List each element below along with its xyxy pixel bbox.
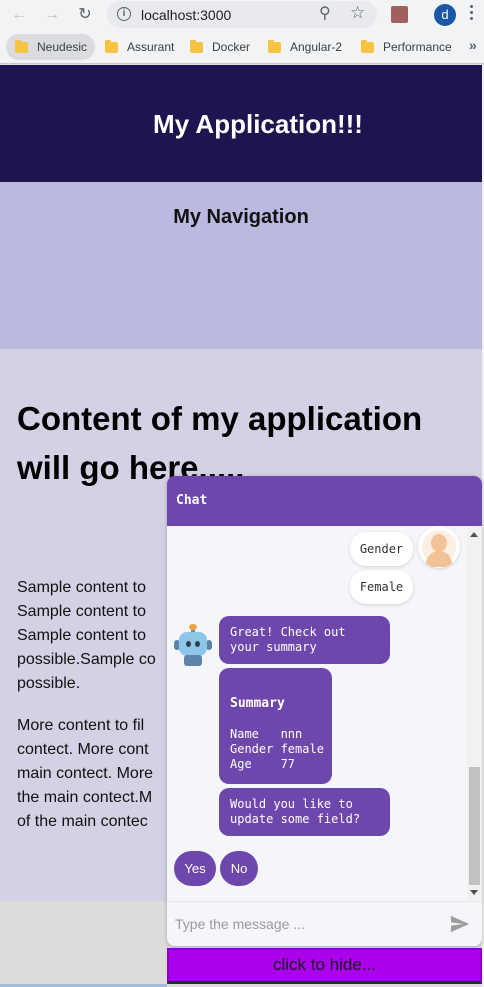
user-avatar: [418, 526, 460, 568]
folder-icon: [105, 40, 118, 53]
chat-header: Chat: [167, 476, 482, 526]
summary-title: Summary: [230, 696, 285, 711]
bookmark-docker[interactable]: Docker: [181, 34, 258, 60]
send-icon[interactable]: [450, 915, 470, 933]
zoom-out-icon[interactable]: ⚲: [319, 3, 331, 23]
app-title: My Application!!!: [153, 109, 363, 139]
bot-avatar: [173, 624, 213, 667]
browser-toolbar: ← → ↻ i localhost:3000 ⚲ ☆ d: [0, 0, 484, 29]
bookmarks-bar: Neudesic Assurant Docker Angular-2 Perfo…: [0, 29, 484, 64]
more-bookmarks-icon[interactable]: »: [469, 37, 477, 53]
folder-icon: [361, 40, 374, 53]
chat-input-row: [167, 901, 482, 946]
app-navigation: My Navigation: [0, 182, 482, 349]
bot-message-summary: Summary Name nnn Gender female Age 77: [219, 668, 332, 784]
scrollbar-thumb[interactable]: [469, 767, 480, 885]
scroll-up-arrow-icon[interactable]: [470, 532, 478, 537]
folder-icon: [268, 40, 281, 53]
summary-row: Name nnn: [230, 727, 303, 741]
bookmark-label: Docker: [212, 40, 251, 54]
bookmark-label: Neudesic: [37, 40, 88, 54]
chat-scrollbar[interactable]: [467, 526, 482, 901]
user-message-female: Female: [350, 570, 413, 604]
scroll-down-arrow-icon[interactable]: [470, 890, 478, 895]
yes-button[interactable]: Yes: [174, 851, 216, 886]
nav-title: My Navigation: [173, 206, 309, 228]
bot-message-summary-intro: Great! Check out your summary: [219, 616, 390, 664]
address-bar[interactable]: i localhost:3000 ⚲ ☆: [107, 1, 377, 28]
profile-avatar[interactable]: d: [434, 4, 456, 26]
app-header: My Application!!!: [0, 65, 482, 182]
back-arrow-icon[interactable]: ←: [8, 4, 30, 26]
message-input[interactable]: [175, 913, 435, 935]
chat-title: Chat: [176, 493, 208, 508]
forward-arrow-icon[interactable]: →: [41, 4, 63, 26]
bookmark-label: Angular-2: [290, 40, 343, 54]
summary-row: Age 77: [230, 757, 296, 771]
bookmark-angular-2[interactable]: Angular-2: [259, 34, 350, 60]
bookmark-performance[interactable]: Performance: [352, 34, 460, 60]
bookmark-label: Assurant: [127, 40, 175, 54]
info-icon[interactable]: i: [117, 7, 131, 21]
summary-row: Gender female: [230, 742, 324, 756]
no-button[interactable]: No: [220, 851, 258, 886]
chat-widget: Chat Gender Female Great! Check out your…: [167, 476, 482, 946]
pdf-extension-icon[interactable]: [391, 6, 408, 23]
bookmark-assurant[interactable]: Assurant: [96, 34, 182, 60]
folder-icon: [15, 40, 28, 53]
bookmark-star-icon[interactable]: ☆: [350, 3, 365, 23]
folder-icon: [190, 40, 203, 53]
bookmark-neudesic[interactable]: Neudesic: [6, 34, 96, 60]
bookmark-label: Performance: [383, 40, 452, 54]
bot-message-update-prompt: Would you like to update some field?: [219, 788, 390, 836]
reload-icon[interactable]: ↻: [74, 4, 96, 26]
address-url[interactable]: localhost:3000: [141, 7, 231, 23]
browser-menu-icon[interactable]: [470, 5, 474, 23]
user-message-gender: Gender: [350, 532, 413, 566]
chat-messages[interactable]: Gender Female Great! Check out your summ…: [167, 526, 482, 901]
hide-chat-button[interactable]: click to hide...: [167, 948, 482, 984]
